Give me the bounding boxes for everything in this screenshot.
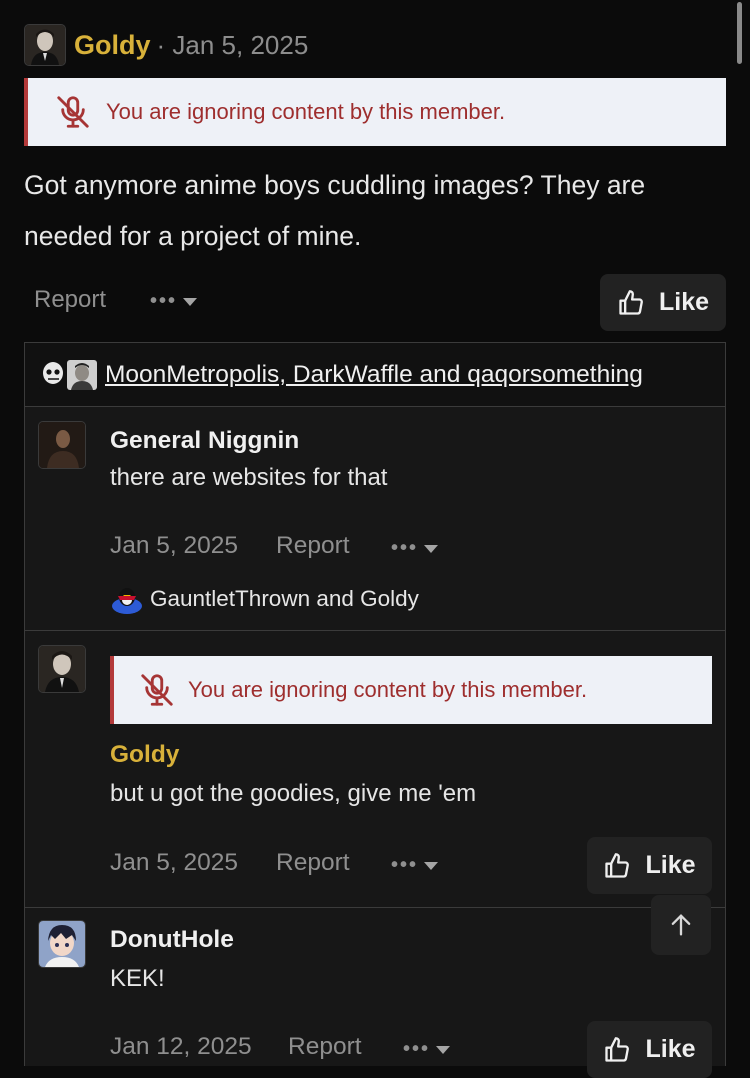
reactor-avatar-ghost-icon [39, 359, 69, 390]
comment-reactions[interactable]: GauntletThrown and Goldy [110, 584, 419, 614]
reactions-link[interactable]: MoonMetropolis, DarkWaffle and qaqorsome… [105, 361, 643, 389]
avatar[interactable] [38, 645, 86, 693]
comment-item: General Niggnin there are websites for t… [25, 407, 725, 631]
chevron-down-icon [183, 297, 198, 306]
more-menu[interactable]: ••• [391, 854, 439, 877]
thumbs-up-icon [603, 852, 631, 880]
reactor-avatar-photo-icon [67, 359, 97, 390]
more-dots: ••• [391, 537, 419, 559]
scroll-to-top-button[interactable] [651, 895, 711, 955]
reactors-text[interactable]: GauntletThrown and Goldy [150, 586, 419, 612]
post-date[interactable]: · Jan 5, 2025 [157, 30, 309, 61]
comment-item: You are ignoring content by this member.… [25, 631, 725, 908]
comment-text: but u got the goodies, give me 'em [110, 780, 477, 807]
mic-off-icon [54, 93, 92, 131]
comment-date[interactable]: Jan 5, 2025 [110, 849, 238, 877]
post-author[interactable]: Goldy [74, 30, 151, 61]
post-header: Goldy · Jan 5, 2025 [24, 24, 308, 66]
reactions-bar[interactable]: MoonMetropolis, DarkWaffle and qaqorsome… [25, 343, 725, 407]
ignore-notice-text: You are ignoring content by this member. [188, 677, 588, 702]
report-link[interactable]: Report [276, 849, 350, 877]
comment-text: there are websites for that [110, 464, 388, 491]
like-label: Like [658, 288, 710, 316]
comment-author[interactable]: General Niggnin [110, 427, 299, 455]
mic-off-icon [138, 671, 176, 709]
avatar[interactable] [38, 920, 86, 968]
like-label: Like [645, 851, 696, 879]
comment-date[interactable]: Jan 12, 2025 [110, 1033, 252, 1061]
thumbs-up-icon [617, 289, 645, 317]
more-menu[interactable]: ••• [403, 1038, 451, 1061]
chevron-down-icon [424, 544, 439, 553]
ignore-notice-text: You are ignoring content by this member. [106, 99, 506, 124]
like-label: Like [645, 1035, 696, 1063]
like-button[interactable]: Like [587, 837, 712, 894]
chevron-down-icon [424, 861, 439, 870]
thumbs-up-icon [603, 1036, 631, 1064]
comment-author[interactable]: Goldy [110, 741, 179, 769]
comment-text: KEK! [110, 965, 165, 992]
more-menu[interactable]: ••• [391, 537, 439, 560]
comment-item: DonutHole KEK! Jan 12, 2025 Report ••• L… [25, 908, 725, 1078]
ignore-notice: You are ignoring content by this member. [24, 78, 726, 146]
ignore-notice: You are ignoring content by this member. [110, 656, 712, 724]
avatar[interactable] [38, 421, 86, 469]
more-menu[interactable]: ••• [150, 290, 198, 313]
avatar[interactable] [24, 24, 66, 66]
comment-author[interactable]: DonutHole [110, 926, 234, 954]
like-button[interactable]: Like [587, 1021, 712, 1078]
more-dots: ••• [403, 1038, 431, 1060]
report-link[interactable]: Report [288, 1033, 362, 1061]
more-dots: ••• [150, 290, 178, 312]
penguin-avatar-icon [110, 584, 144, 614]
report-link[interactable]: Report [276, 532, 350, 560]
comment-date[interactable]: Jan 5, 2025 [110, 532, 238, 560]
reactor-avatars [39, 359, 97, 390]
chevron-down-icon [436, 1045, 451, 1054]
post-body: Got anymore anime boys cuddling images? … [24, 170, 646, 251]
scrollbar-thumb[interactable] [737, 2, 742, 64]
comments-thread: MoonMetropolis, DarkWaffle and qaqorsome… [24, 342, 726, 1078]
arrow-up-icon [667, 911, 695, 939]
more-dots: ••• [391, 854, 419, 876]
report-link[interactable]: Report [34, 286, 106, 314]
like-button[interactable]: Like [600, 274, 726, 331]
